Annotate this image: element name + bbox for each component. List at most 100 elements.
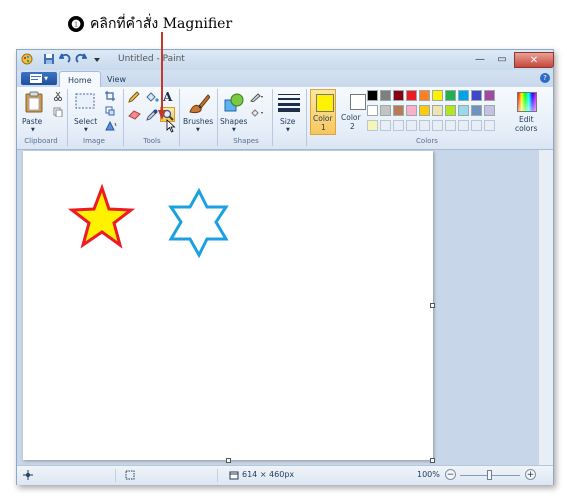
brush-icon: [189, 94, 210, 114]
color-palette: [367, 90, 507, 134]
rainbow-palette-icon: [517, 92, 537, 112]
crop-icon[interactable]: [105, 91, 115, 103]
tab-home[interactable]: Home: [59, 71, 101, 88]
size-button[interactable]: Size ▼: [276, 89, 302, 133]
select-button[interactable]: Select ▼: [72, 89, 100, 133]
zoom-slider-thumb[interactable]: [487, 470, 492, 480]
paste-dropdown-icon: ▼: [31, 127, 35, 133]
palette-swatch[interactable]: [380, 105, 391, 116]
resize-icon[interactable]: [105, 106, 115, 118]
minimize-button[interactable]: —: [469, 52, 491, 66]
paste-button[interactable]: Paste ▼: [21, 89, 47, 133]
zoom-in-button[interactable]: +: [525, 469, 536, 480]
palette-swatch[interactable]: [484, 105, 495, 116]
customize-toolbar-icon[interactable]: [91, 53, 103, 65]
edit-colors-label-2: colors: [515, 124, 538, 133]
blue-hexagram-shape: [168, 187, 229, 259]
shapes-label: Shapes: [220, 117, 248, 126]
tools-group-label: Tools: [143, 137, 161, 145]
select-dropdown-icon: ▼: [84, 127, 88, 133]
palette-swatch[interactable]: [406, 105, 417, 116]
group-divider: [306, 89, 307, 146]
palette-swatch[interactable]: [471, 105, 482, 116]
redo-icon[interactable]: [75, 53, 88, 65]
group-divider: [123, 89, 124, 146]
palette-swatch[interactable]: [471, 90, 482, 101]
palette-swatch[interactable]: [393, 105, 404, 116]
cut-icon[interactable]: [53, 91, 63, 103]
shapes-group-label: Shapes: [233, 137, 259, 145]
drawing-canvas[interactable]: [23, 151, 433, 460]
palette-swatch[interactable]: [367, 105, 378, 116]
custom-palette-swatch[interactable]: [471, 120, 482, 131]
undo-icon[interactable]: [58, 53, 71, 65]
palette-swatch[interactable]: [406, 90, 417, 101]
maximize-button[interactable]: ▭: [491, 52, 513, 66]
color2-button[interactable]: [350, 94, 366, 110]
color1-button[interactable]: Color 1: [310, 89, 336, 135]
palette-swatch[interactable]: [419, 90, 430, 101]
edit-colors-button[interactable]: Edit colors: [513, 89, 541, 133]
save-icon[interactable]: [43, 53, 55, 65]
file-menu-button[interactable]: ▼: [21, 72, 57, 85]
copy-icon[interactable]: [53, 107, 63, 119]
pencil-icon[interactable]: [128, 91, 140, 105]
custom-palette-swatch[interactable]: [419, 120, 430, 131]
brushes-button[interactable]: Brushes ▼: [183, 89, 213, 133]
window-title: Untitled - Paint: [118, 54, 185, 64]
size-label: Size: [280, 117, 296, 126]
chevron-down-icon: ▼: [44, 75, 48, 82]
color2-number: 2: [350, 122, 355, 131]
resize-handle-corner[interactable]: [430, 458, 435, 463]
help-icon[interactable]: ?: [540, 73, 550, 83]
palette-swatch[interactable]: [445, 90, 456, 101]
palette-swatch[interactable]: [432, 105, 443, 116]
outline-icon[interactable]: [250, 92, 264, 104]
status-divider: [217, 469, 218, 482]
vertical-scroll-area[interactable]: [539, 150, 553, 465]
palette-swatch[interactable]: [393, 90, 404, 101]
image-group-label: Image: [83, 137, 105, 145]
custom-palette-swatch[interactable]: [393, 120, 404, 131]
eraser-icon[interactable]: [128, 109, 141, 122]
edit-colors-label-1: Edit: [519, 115, 534, 124]
fill-icon[interactable]: [250, 108, 264, 120]
custom-palette-swatch[interactable]: [458, 120, 469, 131]
callout-annotation: ❶ คลิกที่คำสั่ง Magnifier: [68, 14, 232, 34]
group-divider: [179, 89, 180, 146]
palette-swatch[interactable]: [432, 90, 443, 101]
paste-label: Paste: [22, 117, 43, 126]
palette-swatch[interactable]: [458, 90, 469, 101]
palette-swatch[interactable]: [419, 105, 430, 116]
custom-palette-swatch[interactable]: [367, 120, 378, 131]
shapes-button[interactable]: Shapes ▼: [220, 89, 248, 133]
palette-swatch[interactable]: [458, 105, 469, 116]
resize-handle-bottom[interactable]: [226, 458, 231, 463]
palette-swatch[interactable]: [484, 90, 495, 101]
palette-swatch[interactable]: [380, 90, 391, 101]
resize-handle-right[interactable]: [430, 303, 435, 308]
color1-label: Color: [313, 114, 333, 123]
group-divider: [272, 89, 273, 146]
cursor-position-icon: [23, 470, 33, 482]
group-divider: [67, 89, 68, 146]
custom-palette-swatch[interactable]: [445, 120, 456, 131]
custom-palette-swatch[interactable]: [484, 120, 495, 131]
close-button[interactable]: ✕: [514, 52, 554, 68]
paint-window: Untitled - Paint — ▭ ✕ ▼ Home View ? Pas…: [16, 49, 554, 485]
status-bar: 614 × 460px 100% − +: [17, 465, 553, 485]
palette-swatch[interactable]: [445, 105, 456, 116]
shapes-icon: [224, 93, 244, 112]
ribbon: Paste ▼ Clipboard Select ▼ Image A Tools…: [17, 87, 553, 150]
tab-view[interactable]: View: [99, 71, 134, 87]
custom-palette-swatch[interactable]: [432, 120, 443, 131]
zoom-out-button[interactable]: −: [445, 469, 456, 480]
custom-palette-swatch[interactable]: [380, 120, 391, 131]
palette-swatch[interactable]: [367, 90, 378, 101]
yellow-star-shape: [67, 183, 136, 249]
status-divider: [115, 469, 116, 482]
custom-palette-swatch[interactable]: [406, 120, 417, 131]
rotate-icon[interactable]: [105, 120, 117, 133]
colors-group-label: Colors: [416, 137, 438, 145]
paint-app-icon[interactable]: [21, 53, 33, 65]
